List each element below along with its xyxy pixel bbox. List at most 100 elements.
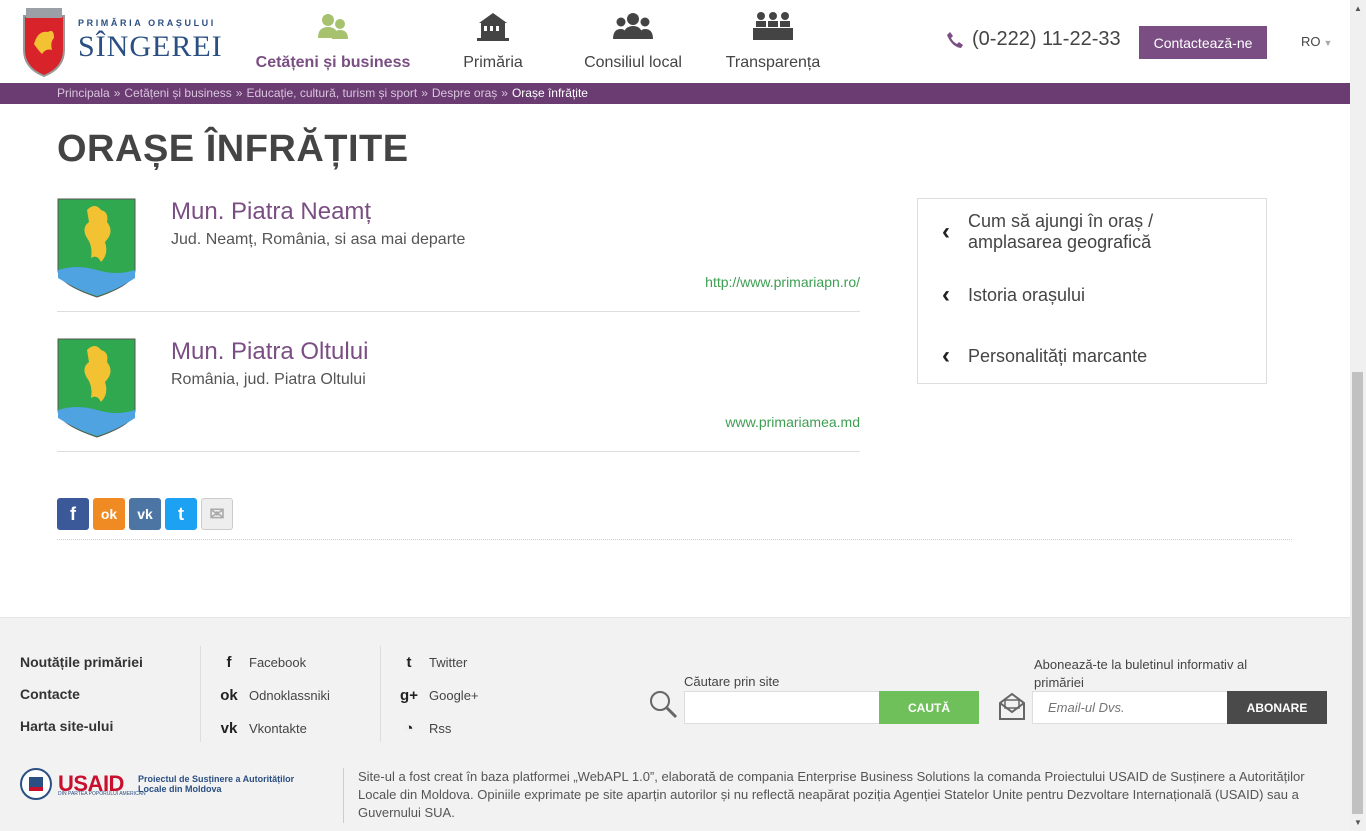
chevron-down-icon: ▼ [1323,38,1333,48]
nav-label: Consiliul local [584,54,682,71]
language-select[interactable]: RO ▼ [1301,34,1332,49]
phone-number[interactable]: (0-222) 11-22-33 [946,28,1121,51]
nav-label: Primăria [463,54,523,71]
breadcrumb-link[interactable]: Educație, cultură, turism și sport [246,86,417,100]
search-input[interactable] [684,691,880,724]
city-website-link[interactable]: www.primariamea.md [725,414,860,430]
page-scrollbar[interactable]: ▲ ▼ [1350,0,1366,831]
vkontakte-icon: vk [220,720,238,737]
nav-transparenta[interactable]: Transparența [693,6,853,72]
footer-odnoklassniki-link[interactable]: ok Odnoklassniki [219,679,330,712]
phone-text: (0-222) 11-22-33 [972,28,1121,50]
scrollbar-thumb[interactable] [1352,372,1363,814]
breadcrumb-separator: » [421,86,428,100]
newsletter-icon [999,692,1025,720]
nav-primaria[interactable]: Primăria [413,6,573,72]
site-header: PRIMĂRIA ORAȘULUI SÎNGEREI Cetățeni și b… [0,0,1350,83]
social-label: Vkontakte [249,721,307,736]
phone-icon [947,31,963,48]
breadcrumb-link[interactable]: Cetățeni și business [124,86,231,100]
breadcrumb-link[interactable]: Principala [57,86,110,100]
side-menu: ‹ Cum să ajungi în oraș / amplasarea geog… [917,198,1267,384]
footer-googleplus-link[interactable]: g+ Google+ [399,679,478,712]
site-footer: Noutățile primăriei Contacte Harta site-… [0,617,1350,831]
breadcrumb-link[interactable]: Despre oraș [432,86,497,100]
logo-subtitle: PRIMĂRIA ORAȘULUI [78,18,216,28]
chevron-left-icon: ‹ [942,281,950,308]
footer-social-col: f Facebook ok Odnoklassniki vk Vkontakte [200,646,330,742]
social-label: Odnoklassniki [249,688,330,703]
side-item-how-to-get[interactable]: ‹ Cum să ajungi în oraș / amplasarea geog… [942,211,1153,253]
chevron-left-icon: ‹ [942,218,950,245]
meeting-icon [753,12,793,40]
city-card: Mun. Piatra Neamț Jud. Neamț, România, s… [57,198,860,312]
scroll-up-icon[interactable]: ▲ [1350,0,1366,17]
footer-disclaimer: Site-ul a fost creat în baza platformei … [358,769,1305,820]
breadcrumb-separator: » [235,86,243,100]
footer-link-sitemap[interactable]: Harta site-ului [20,718,143,750]
content-divider [57,539,1292,540]
search-label: Căutare prin site [684,674,780,689]
footer-vkontakte-link[interactable]: vk Vkontakte [219,712,330,745]
chevron-left-icon: ‹ [942,342,950,369]
footer-links: Noutățile primăriei Contacte Harta site-… [20,654,143,750]
footer-social-col: t Twitter g+ Google+ ◔ Rss [380,646,479,742]
side-item-history[interactable]: ‹ Istoria orașului [942,281,1085,309]
piatra-neamt-crest-icon[interactable] [57,198,136,298]
nav-citizens-business[interactable]: Cetățeni și business [253,6,413,72]
search-button[interactable]: CAUTĂ [879,691,979,724]
piatra-oltului-crest-icon[interactable] [57,338,136,438]
breadcrumb: Principala» Cetățeni și business» Educație… [0,83,1350,104]
site-logo[interactable]: PRIMĂRIA ORAȘULUI SÎNGEREI [20,8,222,78]
footer-twitter-link[interactable]: t Twitter [399,646,479,679]
side-item-personalities[interactable]: ‹ Personalități marcante [942,342,1147,370]
email-share-icon[interactable]: ✉ [201,498,233,530]
subscribe-label: Abonează-te la buletinul informativ al p… [1034,657,1248,690]
nav-label: Transparența [725,54,821,71]
citizens-icon [318,14,348,39]
twitter-icon: t [406,654,412,671]
side-item-label: Istoria orașului [968,284,1086,305]
breadcrumb-current: Orașe înfrățite [511,86,588,100]
logo-title: SÎNGEREI [78,30,223,63]
city-website-link[interactable]: http://www.primariapn.ro/ [705,274,860,290]
footer-facebook-link[interactable]: f Facebook [219,646,330,679]
rss-icon: ◔ [404,720,414,737]
footer-divider [343,768,344,823]
council-icon [613,13,653,39]
breadcrumb-separator: » [501,86,508,100]
facebook-share-icon[interactable]: f [57,498,89,530]
footer-rss-link[interactable]: ◔ Rss [399,712,479,745]
city-description: România, jud. Piatra Oltului [171,371,366,388]
scroll-down-icon[interactable]: ▼ [1350,814,1366,831]
social-label: Twitter [429,655,468,670]
city-card: Mun. Piatra Oltului România, jud. Piatra… [57,338,860,452]
city-name[interactable]: Mun. Piatra Neamț [171,198,371,226]
share-bar: f ok vk t ✉ [57,498,233,530]
footer-link-news[interactable]: Noutățile primăriei [20,654,143,686]
side-item-label: amplasarea geografică [968,232,1152,252]
subscribe-button[interactable]: ABONARE [1227,691,1327,724]
contact-button[interactable]: Contactează-ne [1139,26,1267,59]
breadcrumb-separator: » [113,86,121,100]
search-icon [650,691,678,719]
vkontakte-share-icon[interactable]: vk [129,498,161,530]
city-description: Jud. Neamț, România, si asa mai departe [171,231,466,248]
twitter-share-icon[interactable]: t [165,498,197,530]
language-value: RO [1301,34,1321,49]
side-item-label: Cum să ajungi în oraș / [968,211,1154,231]
social-label: Facebook [249,655,307,670]
page-title: ORAȘE ÎNFRĂȚITE [57,128,409,170]
usaid-project-name: Proiectul de Susținere a Autorităților L… [137,774,295,794]
side-item-label: Personalități marcante [968,345,1148,366]
footer-link-contacts[interactable]: Contacte [20,686,143,718]
nav-consiliul-local[interactable]: Consiliul local [553,6,713,72]
city-crest-icon [23,8,65,78]
city-name[interactable]: Mun. Piatra Oltului [171,338,368,366]
odnoklassniki-icon: ok [220,687,238,704]
usaid-logo[interactable]: USAID DIN PARTEA POPORULUI AMERICAN Proi… [20,768,308,800]
usaid-tagline: DIN PARTEA POPORULUI AMERICAN [58,791,146,797]
subscribe-email-input[interactable] [1032,691,1228,724]
usaid-seal-icon [20,768,52,800]
odnoklassniki-share-icon[interactable]: ok [93,498,125,530]
